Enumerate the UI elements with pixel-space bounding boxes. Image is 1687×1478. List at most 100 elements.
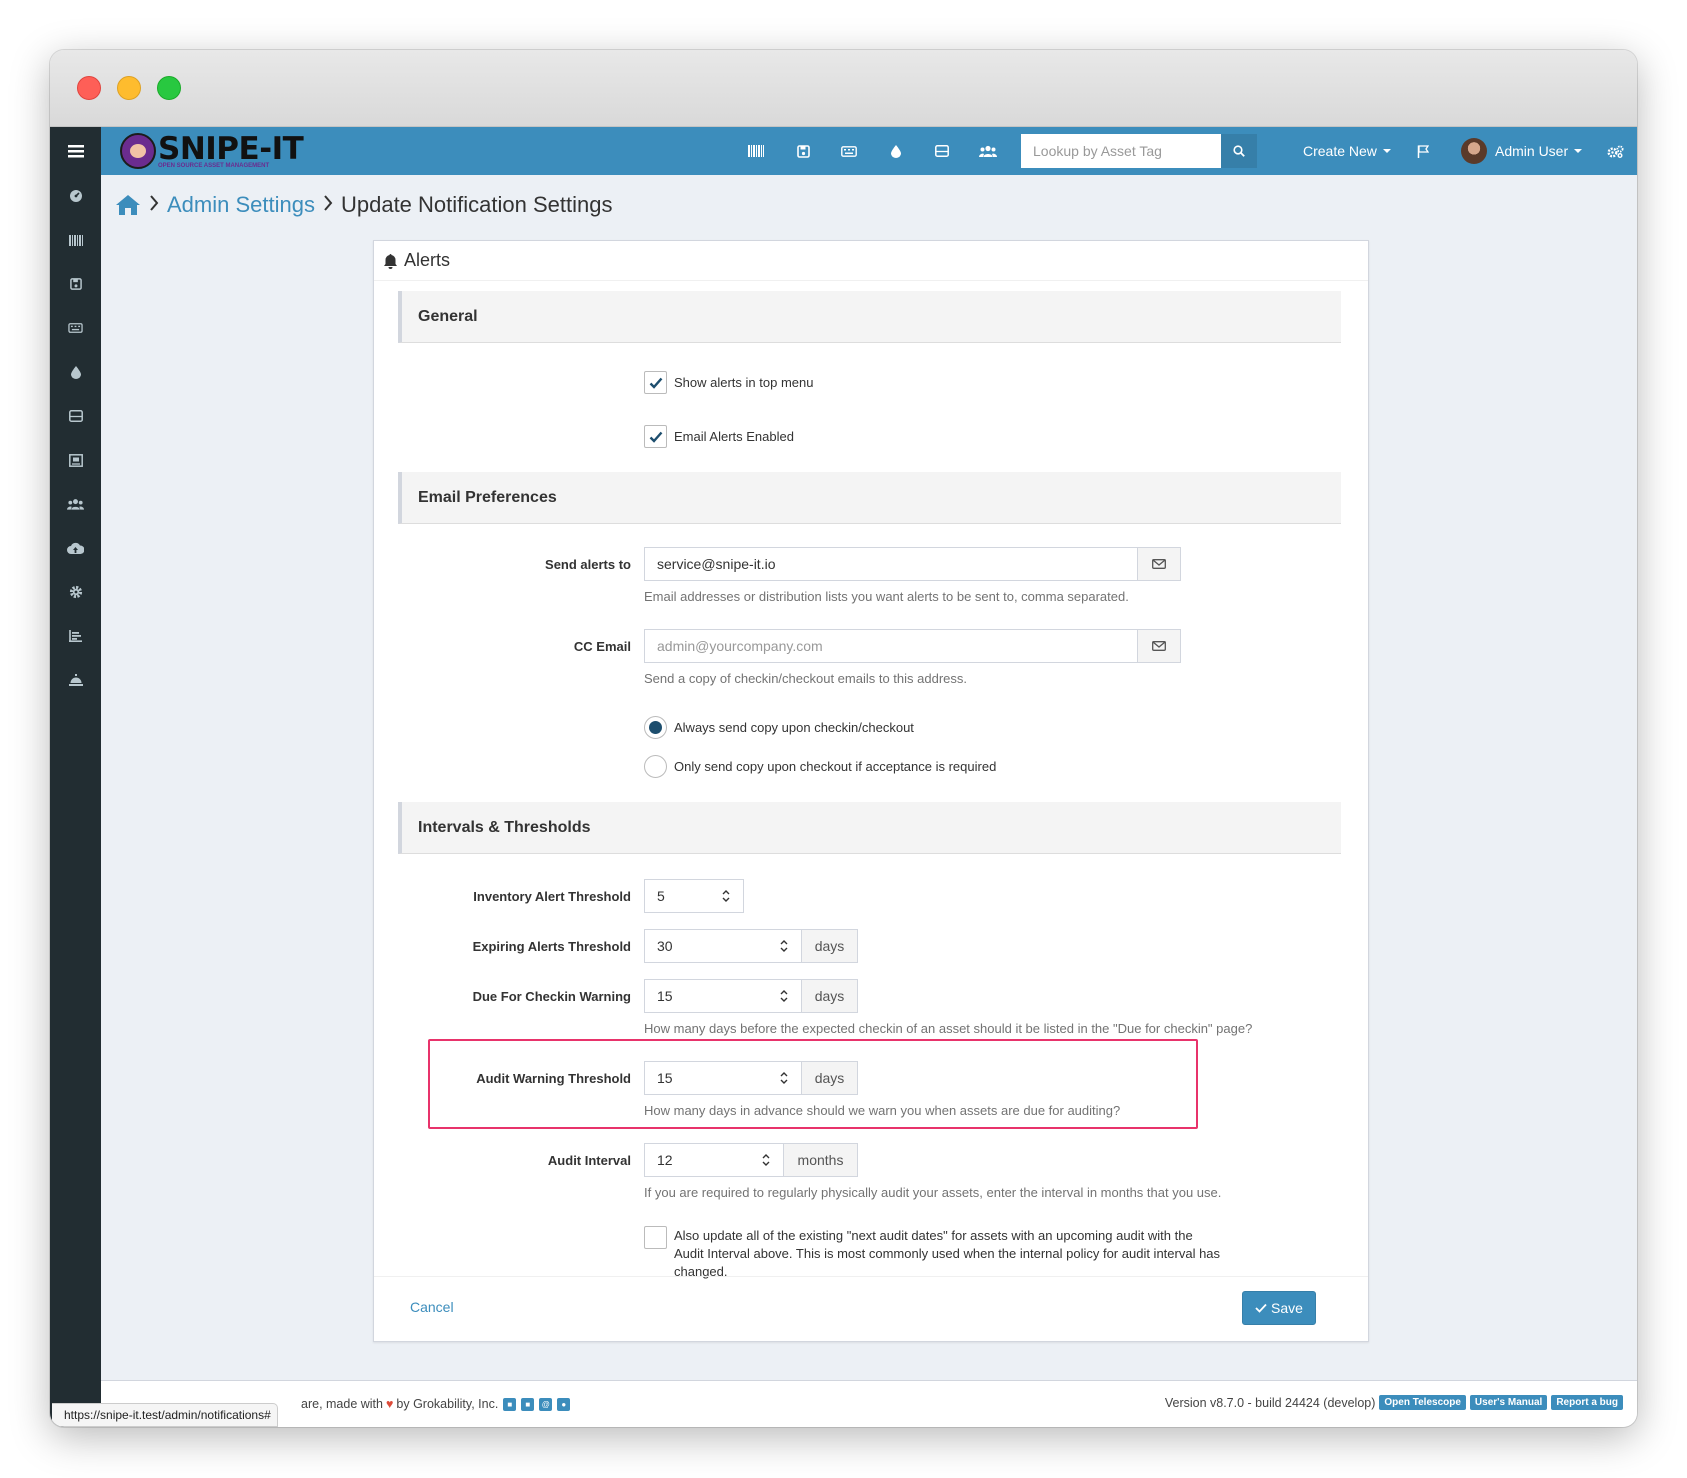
expiring-threshold-label: Expiring Alerts Threshold [472,939,631,954]
bell-concierge-icon [68,674,83,686]
nav-licenses-button[interactable] [783,127,823,175]
spinner-arrows-icon[interactable] [721,889,731,903]
app-logo[interactable]: SNIPE-IT OPEN SOURCE ASSET MANAGEMENT [120,130,304,172]
cc-email-input[interactable]: admin@yourcompany.com [644,629,1138,663]
tint-icon [891,144,901,158]
cloud-upload-icon [67,542,84,554]
show-alerts-checkbox-row[interactable]: Show alerts in top menu [644,371,813,394]
nav-assets-button[interactable] [736,127,776,175]
hdd-icon [935,145,949,157]
sidebar-toggle-button[interactable] [50,127,101,175]
update-audit-dates-line2: Audit Interval above. This is most commo… [674,1246,1221,1261]
settings-button[interactable] [1595,127,1635,175]
section-intervals-thresholds: Intervals & Thresholds [398,802,1341,854]
heart-icon: ♥ [385,1397,394,1411]
expiring-threshold-group: 30 days [644,929,858,963]
audit-interval-input[interactable]: 12 [644,1143,784,1177]
show-alerts-checkbox[interactable] [644,371,667,394]
logo-text: SNIPE-IT [158,130,304,167]
sidebar-item-requestable[interactable] [50,665,101,695]
sidebar-item-consumables[interactable] [50,357,101,387]
sidebar-item-predefined-kits[interactable] [50,445,101,475]
inventory-threshold-group: 5 [644,879,744,913]
nav-accessories-button[interactable] [829,127,869,175]
sidebar-item-reports[interactable] [50,621,101,651]
radio-only-row[interactable]: Only send copy upon checkout if acceptan… [644,755,996,778]
report-bug-badge[interactable]: Report a bug [1551,1395,1623,1410]
checkmark-icon [649,377,662,389]
sidebar-item-assets[interactable] [50,225,101,255]
users-manual-badge[interactable]: User's Manual [1469,1395,1548,1410]
sidebar-item-people[interactable] [50,489,101,519]
send-alerts-to-group: service@snipe-it.io [644,547,1181,581]
radio-always-row[interactable]: Always send copy upon checkin/checkout [644,716,914,739]
github-icon[interactable]: ■ [521,1397,535,1411]
asset-tag-search-input[interactable]: Lookup by Asset Tag [1021,134,1221,168]
keyboard-icon [68,323,83,333]
section-heading: Email Preferences [418,488,557,506]
checkin-warning-input[interactable]: 15 [644,979,802,1013]
sidebar-item-licenses[interactable] [50,269,101,299]
inventory-threshold-input[interactable]: 5 [644,879,744,913]
chevron-down-icon [1382,149,1391,153]
save-icon [69,278,82,290]
gears-icon [1607,145,1623,158]
update-audit-dates-checkbox[interactable] [644,1226,667,1249]
save-button[interactable]: Save [1242,1291,1316,1325]
bell-icon [384,253,397,269]
alerts-flag-button[interactable] [1403,127,1443,175]
bluesky-icon[interactable]: ■ [503,1397,517,1411]
mastodon-icon[interactable]: @ [539,1397,553,1411]
discord-icon[interactable]: ● [557,1397,571,1411]
update-audit-dates-row[interactable]: Also update all of the existing "next au… [644,1226,1220,1281]
spinner-arrows-icon[interactable] [779,989,789,1003]
create-new-dropdown[interactable]: Create New [1303,127,1391,175]
section-heading: General [418,307,478,325]
avatar [1461,138,1487,164]
sidebar-item-dashboard[interactable] [50,181,101,211]
home-icon[interactable] [115,194,141,216]
nav-consumables-button[interactable] [876,127,916,175]
cancel-link[interactable]: Cancel [410,1299,454,1315]
save-label: Save [1271,1300,1303,1316]
sidebar-item-accessories[interactable] [50,313,101,343]
send-alerts-to-help: Email addresses or distribution lists yo… [644,589,1129,604]
radio-only-acceptance[interactable] [644,755,667,778]
page-title: Update Notification Settings [340,192,613,217]
email-alerts-checkbox[interactable] [644,425,667,448]
nav-users-button[interactable] [968,127,1008,175]
hamburger-icon [67,145,84,158]
sidebar-item-import[interactable] [50,533,101,563]
gear-icon [69,585,82,599]
open-telescope-badge[interactable]: Open Telescope [1379,1395,1466,1410]
sidebar-item-settings[interactable] [50,577,101,607]
envelope-addon [1138,629,1181,663]
spinner-arrows-icon[interactable] [761,1153,771,1167]
email-alerts-checkbox-row[interactable]: Email Alerts Enabled [644,425,794,448]
left-sidebar [50,175,101,1427]
sidebar-item-components[interactable] [50,401,101,431]
breadcrumb-admin-settings[interactable]: Admin Settings [167,192,315,218]
barcode-icon [68,234,83,246]
reports-icon [69,630,82,642]
user-menu-dropdown[interactable]: Admin User [1461,127,1583,175]
close-window-button[interactable] [77,76,101,100]
search-button[interactable] [1221,134,1257,168]
panel-footer-divider [374,1276,1368,1277]
flag-icon [1417,144,1429,158]
expiring-threshold-value: 30 [657,938,673,954]
nav-components-button[interactable] [922,127,962,175]
audit-interval-label: Audit Interval [547,1153,631,1168]
radio-only-label: Only send copy upon checkout if acceptan… [674,759,997,774]
send-alerts-to-input[interactable]: service@snipe-it.io [644,547,1138,581]
update-audit-dates-line1: Also update all of the existing "next au… [674,1228,1193,1243]
footer-credits: are, made with ♥ by Grokability, Inc. ■ … [301,1397,571,1411]
expiring-threshold-input[interactable]: 30 [644,929,802,963]
spinner-arrows-icon[interactable] [779,939,789,953]
hdd-icon [68,410,83,422]
radio-always-send[interactable] [644,716,667,739]
maximize-window-button[interactable] [157,76,181,100]
minimize-window-button[interactable] [117,76,141,100]
keyboard-icon [841,145,857,157]
checkin-warning-value: 15 [657,988,673,1004]
